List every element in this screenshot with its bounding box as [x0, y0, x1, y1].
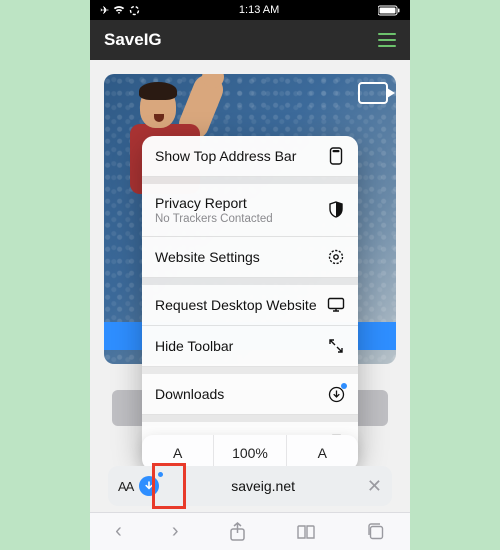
menu-label: Hide Toolbar — [155, 338, 233, 354]
menu-label: Website Settings — [155, 249, 260, 265]
status-bar: ✈︎ 1:13 AM — [90, 0, 410, 20]
back-button[interactable]: ‹ — [115, 520, 122, 543]
address-bar-top-icon — [327, 147, 345, 165]
gear-icon — [327, 248, 345, 266]
share-button[interactable] — [229, 522, 246, 542]
bookmarks-button[interactable] — [296, 524, 316, 540]
menu-website-settings[interactable]: Website Settings — [142, 237, 358, 278]
stop-reload-icon[interactable]: ✕ — [367, 476, 382, 497]
badge-dot — [341, 383, 347, 389]
wifi-icon — [113, 5, 125, 15]
menu-hide-toolbar[interactable]: Hide Toolbar — [142, 326, 358, 367]
menu-icon[interactable] — [378, 33, 396, 47]
forward-button[interactable]: › — [172, 520, 179, 543]
loading-icon — [129, 5, 140, 16]
page-settings-menu: Show Top Address Bar Privacy Report No T… — [142, 136, 358, 462]
menu-request-desktop[interactable]: Request Desktop Website — [142, 285, 358, 326]
phone-frame: ✈︎ 1:13 AM SaveIG Show Top A — [90, 0, 410, 550]
menu-label: Request Desktop Website — [155, 297, 317, 313]
bottom-area: AA saveig.net ✕ ‹ › — [90, 466, 410, 550]
status-time: 1:13 AM — [239, 4, 279, 16]
address-bar[interactable]: AA saveig.net ✕ — [108, 466, 392, 506]
download-indicator-icon[interactable] — [139, 476, 159, 496]
airplane-icon: ✈︎ — [100, 4, 109, 17]
text-size-control: A 100% A — [142, 435, 358, 470]
battery-icon — [378, 5, 400, 16]
text-larger-button[interactable]: A — [286, 435, 358, 470]
text-smaller-button[interactable]: A — [142, 435, 213, 470]
tabs-button[interactable] — [366, 522, 385, 541]
aa-button[interactable]: AA — [118, 479, 133, 494]
shield-icon — [327, 201, 345, 219]
menu-privacy-report[interactable]: Privacy Report No Trackers Contacted — [142, 184, 358, 237]
menu-downloads[interactable]: Downloads — [142, 374, 358, 415]
expand-icon — [327, 337, 345, 355]
menu-sublabel: No Trackers Contacted — [155, 213, 273, 225]
menu-show-top-address-bar[interactable]: Show Top Address Bar — [142, 136, 358, 177]
menu-label: Show Top Address Bar — [155, 148, 296, 164]
app-header: SaveIG — [90, 20, 410, 60]
menu-label: Privacy Report — [155, 195, 273, 211]
download-icon — [327, 385, 345, 403]
desktop-icon — [327, 296, 345, 314]
text-size-value[interactable]: 100% — [213, 435, 285, 470]
browser-toolbar: ‹ › — [90, 512, 410, 550]
app-title: SaveIG — [104, 30, 162, 50]
menu-label: Downloads — [155, 386, 224, 402]
video-icon[interactable] — [358, 82, 388, 104]
url-text: saveig.net — [159, 478, 367, 494]
